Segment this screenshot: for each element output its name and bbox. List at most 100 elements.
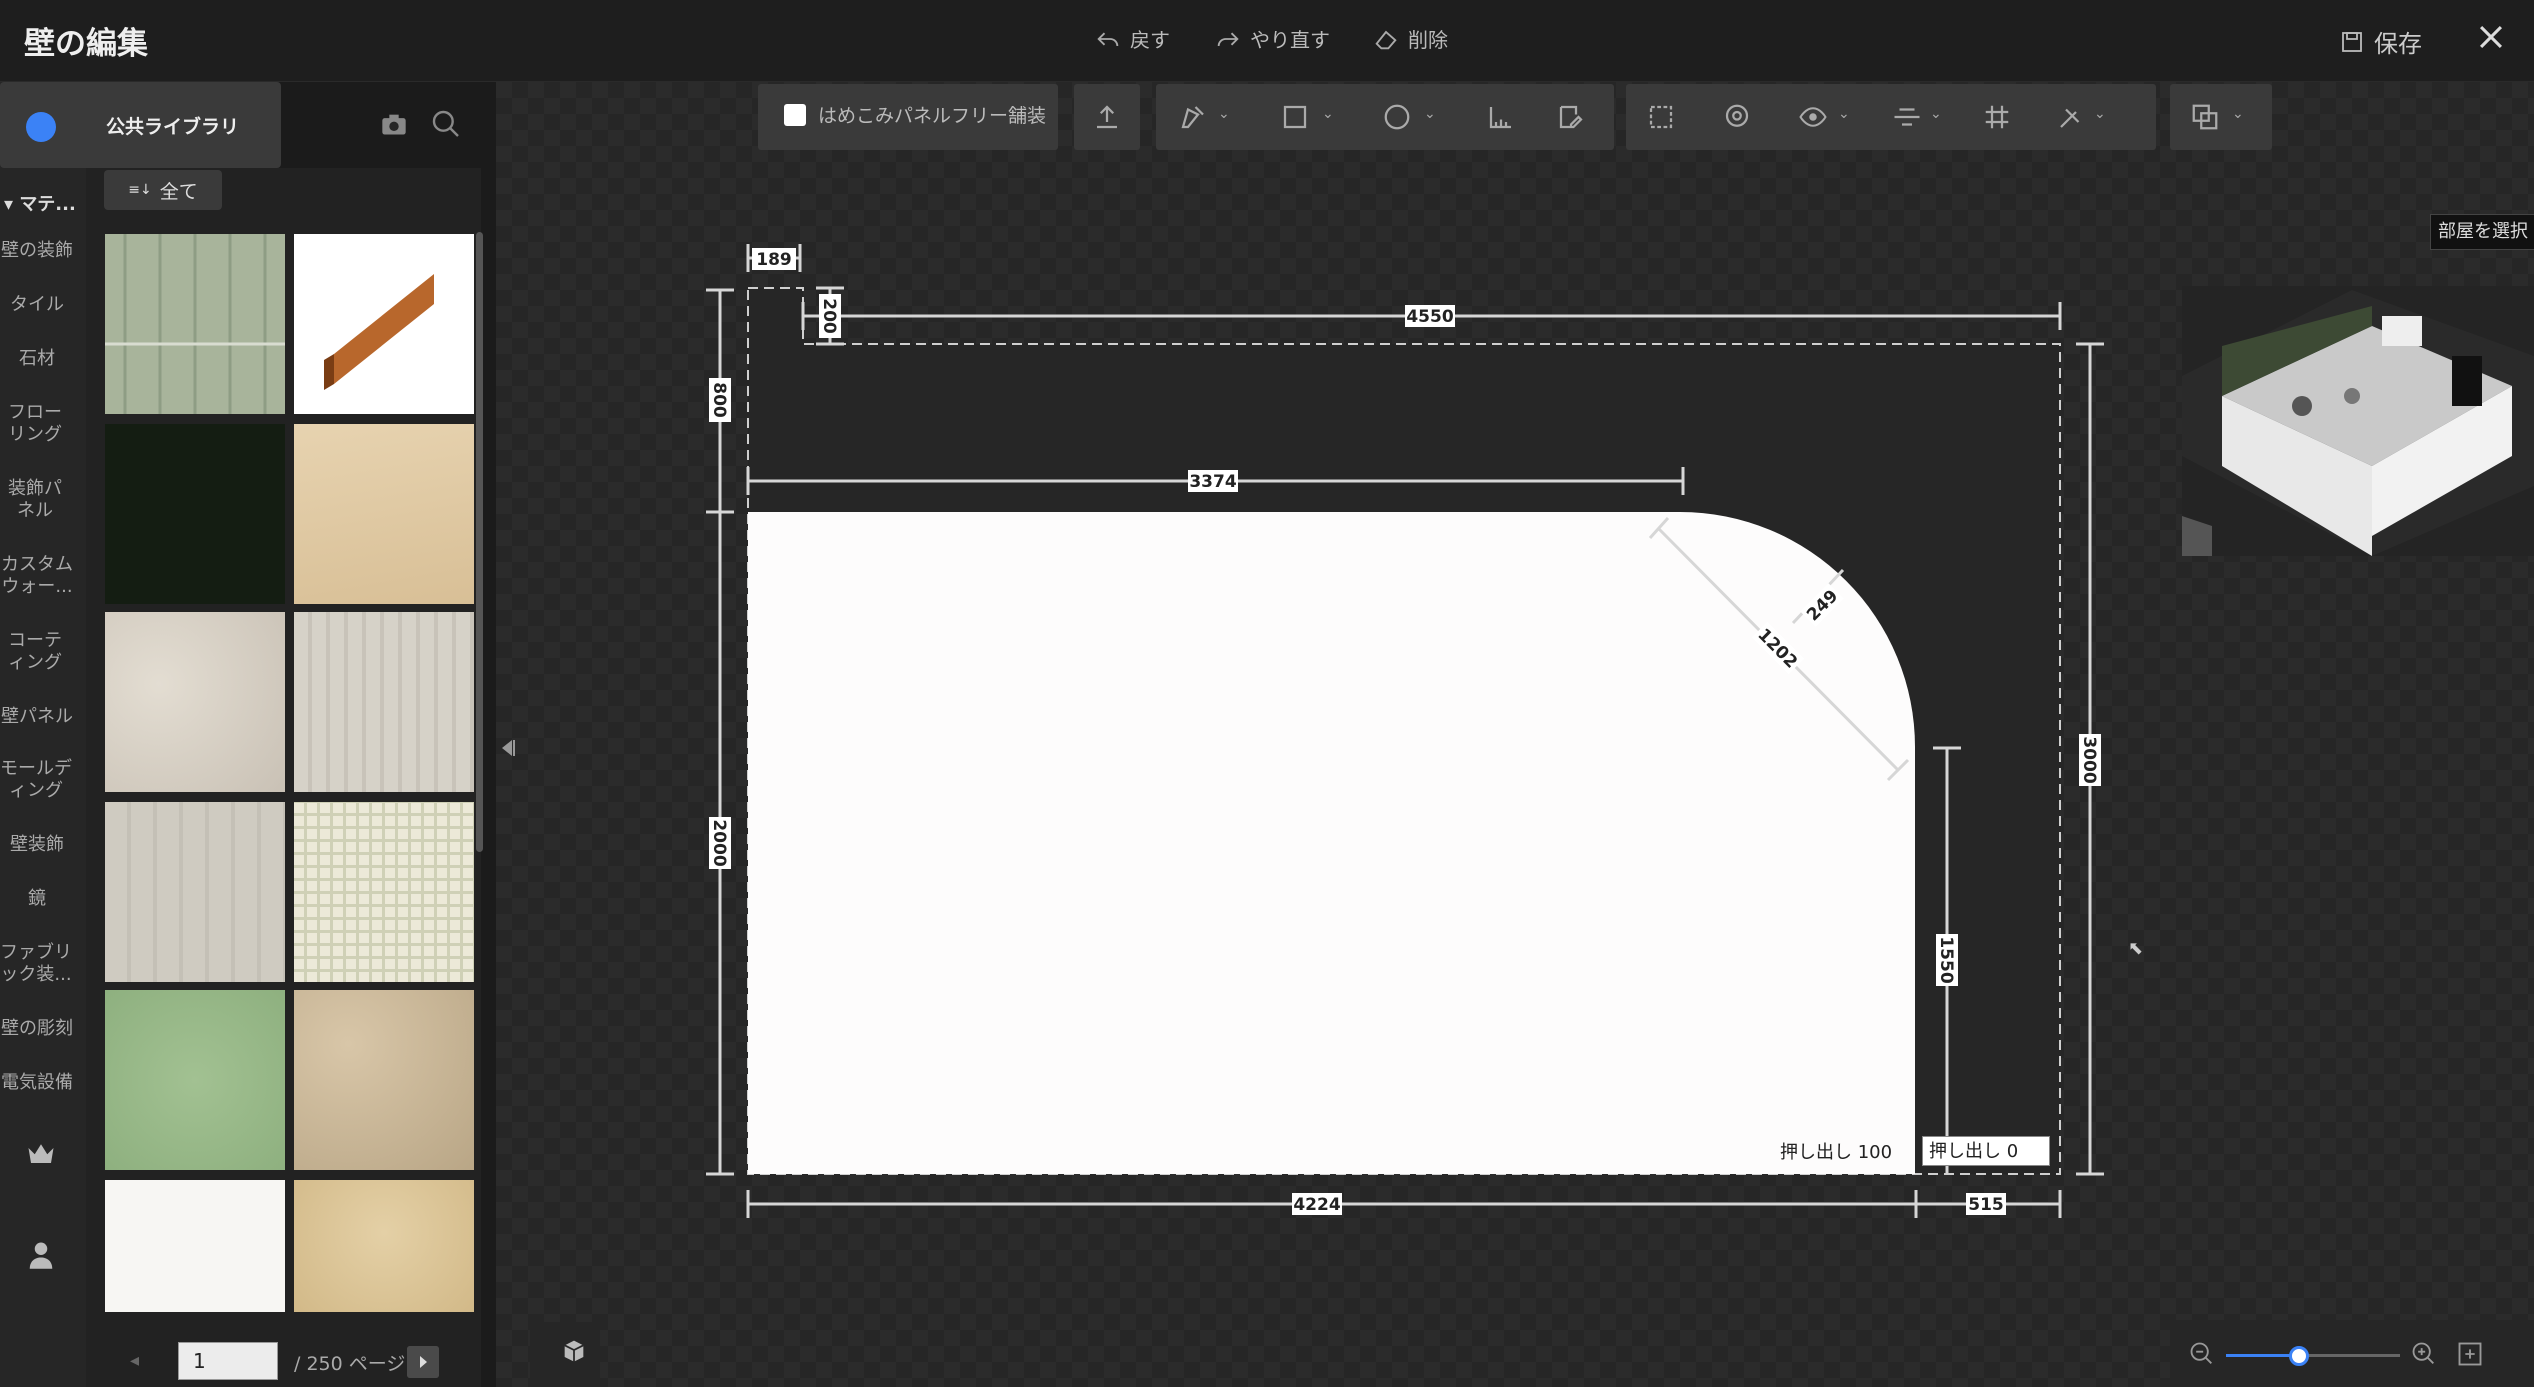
category-item[interactable]: 鏡: [0, 888, 74, 910]
close-icon[interactable]: [2474, 20, 2508, 54]
library-scrollbar[interactable]: [476, 232, 483, 852]
category-item[interactable]: 壁の彫刻: [0, 1018, 74, 1040]
eraser-icon: [1375, 30, 1397, 49]
material-thumb-checked-fabric[interactable]: [294, 802, 474, 982]
category-item[interactable]: ファブリック装...: [0, 942, 72, 986]
rectangle-tool-icon[interactable]: [1280, 102, 1310, 132]
material-thumb-green-wood[interactable]: [105, 234, 285, 414]
pen-tool-icon[interactable]: [1178, 102, 1208, 132]
layers-group: ⌄: [2170, 84, 2272, 150]
room-preview-image: [2182, 290, 2534, 556]
category-item[interactable]: 壁の装飾: [0, 240, 74, 262]
save-icon: [2342, 31, 2362, 52]
room-3d-preview[interactable]: [2182, 286, 2534, 556]
layers-icon[interactable]: [2190, 102, 2220, 132]
extrude-label-opening[interactable]: 押し出し 100: [1780, 1138, 1892, 1164]
view-3d-toggle[interactable]: [530, 1322, 600, 1387]
chevron-down-icon[interactable]: ⌄: [2232, 106, 2244, 122]
zoom-slider[interactable]: [2226, 1346, 2400, 1366]
category-item[interactable]: 壁パネル: [0, 706, 74, 728]
material-thumb-light-oak[interactable]: [294, 424, 474, 604]
page-number-input[interactable]: 1: [178, 1342, 278, 1380]
grid-icon[interactable]: [1982, 102, 2012, 132]
thumb-image: [105, 234, 285, 414]
chevron-down-icon[interactable]: ⌄: [1322, 106, 1334, 122]
filter-all-button[interactable]: ≡↓ 全て: [104, 170, 222, 210]
chevron-down-icon[interactable]: ⌄: [1424, 106, 1436, 122]
zoom-slider-handle[interactable]: [2289, 1346, 2310, 1366]
material-thumb-sage-green[interactable]: [105, 990, 285, 1170]
material-thumb-camo-stone[interactable]: [294, 990, 474, 1170]
zoom-in-icon[interactable]: [2410, 1340, 2438, 1368]
category-rail: [0, 82, 86, 1387]
material-thumb-beige-stone[interactable]: [105, 612, 285, 792]
chevron-down-icon[interactable]: ⌄: [1218, 106, 1230, 122]
category-item[interactable]: タイル: [0, 294, 74, 316]
upload-group: [1074, 84, 1140, 150]
upload-icon[interactable]: [1092, 102, 1122, 132]
category-item[interactable]: フローリング: [0, 402, 70, 446]
edit-area-icon[interactable]: [1556, 102, 1586, 132]
extrude-input[interactable]: 押し出し 0: [1922, 1136, 2050, 1166]
align-icon[interactable]: [1892, 102, 1922, 132]
snap-magnet-icon[interactable]: [2056, 102, 2086, 132]
zoom-out-icon[interactable]: [2188, 1340, 2216, 1368]
draw-tools-group: ⌄ ⌄ ⌄: [1156, 84, 1614, 150]
redo-label: やり直す: [1250, 28, 1330, 52]
save-label: 保存: [2374, 30, 2422, 58]
redo-icon: [1217, 32, 1239, 46]
paving-checkbox[interactable]: [784, 103, 806, 126]
page-title: 壁の編集: [24, 26, 148, 62]
cube-icon: [564, 1340, 584, 1362]
category-item[interactable]: 石材: [0, 348, 74, 370]
material-thumb-gold-damask[interactable]: [294, 1180, 474, 1312]
material-thumb-grey-wood[interactable]: [294, 612, 474, 792]
chevron-down-icon[interactable]: ⌄: [2094, 106, 2106, 122]
zoom-bar: [2170, 1320, 2534, 1387]
material-thumb-white-speckle[interactable]: [105, 1180, 285, 1312]
chevron-down-icon[interactable]: ⌄: [1838, 106, 1850, 122]
lasso-icon[interactable]: [1722, 102, 1752, 132]
redo-button[interactable]: やり直す: [1214, 24, 1330, 53]
search-icon[interactable]: [430, 108, 462, 140]
delete-button[interactable]: 削除: [1372, 24, 1448, 53]
save-button[interactable]: 保存: [2340, 24, 2422, 59]
collapse-panel-icon[interactable]: [496, 734, 520, 762]
category-item[interactable]: コーティング: [0, 630, 70, 674]
fit-view-icon[interactable]: [2456, 1340, 2484, 1368]
triangle-down-icon: ▾: [4, 194, 20, 215]
category-item[interactable]: 電気設備: [0, 1072, 74, 1094]
view-tools-group: ⌄ ⌄ ⌄: [1626, 84, 2156, 150]
section-label: マテ...: [19, 194, 76, 215]
mouse-cursor-icon: ⬉: [2128, 938, 2144, 959]
eye-icon[interactable]: [1798, 102, 1828, 132]
category-item[interactable]: カスタムウォー...: [0, 554, 74, 598]
camera-icon[interactable]: [380, 112, 408, 136]
library-source-label: 公共ライブラリ: [106, 116, 240, 138]
page-total-label: / 250 ページ: [294, 1353, 406, 1375]
undo-label: 戻す: [1130, 28, 1170, 52]
user-icon[interactable]: [28, 1240, 54, 1270]
circle-tool-icon[interactable]: [1382, 102, 1412, 132]
material-thumb-baseboard[interactable]: [294, 234, 474, 414]
chevron-down-icon[interactable]: ⌄: [1930, 106, 1942, 122]
crown-icon[interactable]: [26, 1140, 56, 1166]
category-item[interactable]: 壁装飾: [0, 834, 74, 856]
measure-tool-icon[interactable]: [1486, 102, 1516, 132]
wall-canvas[interactable]: [496, 82, 2534, 1387]
thumb-image: [324, 274, 434, 390]
delete-label: 削除: [1408, 28, 1448, 52]
filter-label: 全て: [159, 180, 198, 203]
paving-toggle[interactable]: はめこみパネルフリー舗装: [784, 101, 1046, 128]
next-page-icon[interactable]: [407, 1346, 439, 1378]
paving-label: はめこみパネルフリー舗装: [818, 105, 1047, 127]
prev-page-icon[interactable]: ◂: [130, 1350, 139, 1371]
frame-select-icon[interactable]: [1646, 102, 1676, 132]
category-item[interactable]: モールディング: [0, 758, 72, 802]
material-section[interactable]: ▾ マテ...: [4, 190, 76, 216]
material-thumb-light-grey-wood[interactable]: [105, 802, 285, 982]
category-item[interactable]: 装飾パネル: [0, 478, 70, 522]
undo-button[interactable]: 戻す: [1094, 24, 1170, 53]
select-room-button[interactable]: 部屋を選択: [2430, 214, 2534, 250]
material-thumb-dark-green[interactable]: [105, 424, 285, 604]
